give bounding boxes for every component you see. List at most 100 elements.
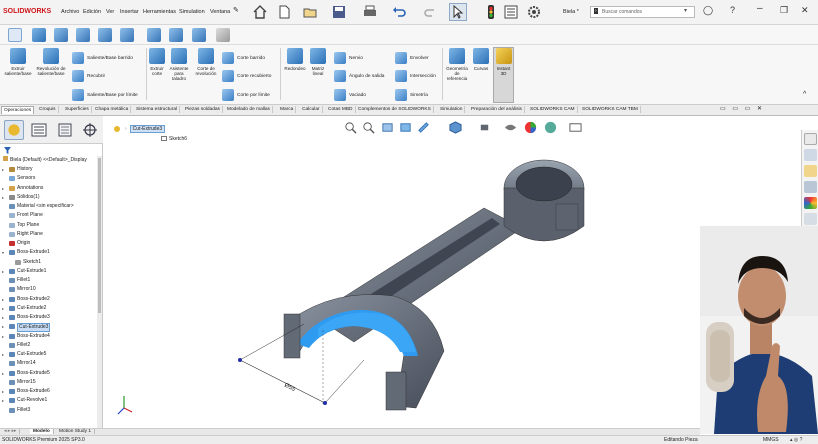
tree-item[interactable]: Mirror10 — [0, 285, 97, 294]
new-document-icon[interactable] — [275, 3, 293, 21]
expand-arrow-icon[interactable]: ▸ — [2, 267, 4, 276]
wrap-button[interactable]: Envolver — [395, 52, 429, 64]
lofted-cut-button[interactable]: Corte recubierto — [222, 70, 271, 82]
filter-icon[interactable] — [4, 147, 11, 154]
tree-item[interactable]: ▾ Boss-Extrude1 — [0, 248, 97, 257]
tree-item[interactable]: ▸ Boss-Extrude4 — [0, 332, 97, 341]
unit-system[interactable]: MMGS — [763, 437, 779, 443]
custom-properties-icon[interactable] — [804, 213, 817, 225]
instant3d-button[interactable]: Instant 3D — [493, 47, 514, 103]
configuration-manager-icon[interactable] — [57, 122, 73, 138]
reference-geometry-button[interactable]: Geometría de referencia — [444, 48, 470, 82]
tab-modelo[interactable]: Modelo — [30, 429, 54, 434]
close-icon[interactable]: ✕ — [801, 5, 809, 16]
options-gear-icon[interactable] — [525, 3, 543, 21]
appearances-icon[interactable] — [804, 197, 817, 209]
tab-nav-arrows[interactable]: ◂ ▸ ▸▸ — [1, 429, 21, 434]
linear-pattern-button[interactable]: Matriz lineal — [308, 48, 328, 76]
fillet-button[interactable]: Redondeo — [282, 48, 308, 71]
dimxpert-crosshair-icon[interactable] — [82, 122, 98, 138]
tree-scrollbar[interactable] — [97, 156, 102, 431]
save-icon[interactable] — [330, 3, 348, 21]
tab-solidworks-cam-tbm[interactable]: SOLIDWORKS CAM TBM — [580, 106, 641, 113]
diameter-dimension[interactable]: Ø55 — [283, 382, 296, 393]
tree-item[interactable]: Top Plane — [0, 221, 97, 230]
graphics-viewport[interactable]: › Cut-Extrude3 Sketch6 Ø55 — [104, 116, 700, 428]
menu-archivo[interactable]: Archivo — [61, 9, 79, 15]
tree-item[interactable]: ▸ Boss-Extrude3 — [0, 313, 97, 322]
tab-chapa-metalica[interactable]: Chapa metálica — [93, 106, 132, 113]
expand-arrow-icon[interactable]: ▸ — [2, 396, 4, 405]
print-icon[interactable] — [361, 3, 379, 21]
swept-boss-button[interactable]: Saliente/Base barrido — [72, 52, 133, 64]
tree-item[interactable]: Mirror14 — [0, 359, 97, 368]
tree-item[interactable]: ▸ Annotations — [0, 184, 97, 193]
tree-item[interactable]: ▸ Boss-Extrude2 — [0, 295, 97, 304]
menu-ver[interactable]: Ver — [106, 9, 114, 15]
account-icon[interactable]: ◯ — [703, 5, 713, 16]
cube-view-icon[interactable] — [120, 28, 134, 42]
expand-arrow-icon[interactable]: ▸ — [2, 184, 4, 193]
loft-button[interactable]: Recubrir — [72, 70, 105, 82]
tree-item[interactable]: Sketch1 — [0, 258, 97, 267]
tree-item[interactable]: Fillet1 — [0, 276, 97, 285]
tree-item[interactable]: ▸ Cut-Extrude3 — [0, 322, 97, 332]
revolved-cut-button[interactable]: Corte de revolución — [192, 48, 220, 76]
tab-complementos[interactable]: Complementos de SOLIDWORKS — [356, 106, 434, 113]
tree-item[interactable]: Right Plane — [0, 230, 97, 239]
tree-item[interactable]: ▸ Boss-Extrude6 — [0, 387, 97, 396]
cube-view-icon[interactable] — [98, 28, 112, 42]
mirror-button[interactable]: Simetría — [395, 89, 428, 101]
menu-ventana[interactable]: Ventana — [210, 9, 230, 15]
boundary-cut-button[interactable]: Corte por límite — [222, 89, 270, 101]
tree-item[interactable]: ▸ Cut-Extrude5 — [0, 350, 97, 359]
tree-item[interactable]: Fillet2 — [0, 341, 97, 350]
connecting-rod-model[interactable]: Ø55 — [104, 116, 700, 428]
eraser-icon[interactable] — [216, 28, 230, 42]
expand-arrow-icon[interactable]: ▸ — [2, 313, 4, 322]
tree-item[interactable]: Front Plane — [0, 211, 97, 220]
search-commands-input[interactable]: Buscar comandos — [590, 6, 695, 18]
tree-item[interactable]: ▸ Sólidos(1) — [0, 193, 97, 202]
extrude-quick-icon[interactable] — [32, 28, 46, 42]
rib-button[interactable]: Nervio — [334, 52, 363, 64]
home-icon[interactable] — [251, 3, 269, 21]
revolve-boss-button[interactable]: Revolución de saliente/base — [34, 48, 68, 76]
tree-item[interactable]: Material <sin especificar> — [0, 202, 97, 211]
status-icons[interactable]: ▴ ◎ ? — [790, 437, 802, 443]
menu-insertar[interactable]: Insertar — [120, 9, 139, 15]
view-palette-icon[interactable] — [804, 181, 817, 193]
tab-croquis[interactable]: Croquis — [37, 106, 59, 113]
window-restore-icons[interactable]: ▭ ▭ ▭ ✕ — [720, 105, 762, 112]
feature-manager-tab[interactable] — [4, 120, 24, 140]
file-explorer-icon[interactable] — [804, 165, 817, 177]
tree-item[interactable]: Mirror15 — [0, 378, 97, 387]
redo-icon[interactable] — [421, 3, 439, 21]
expand-arrow-icon[interactable]: ▸ — [2, 295, 4, 304]
search-dropdown-icon[interactable]: ▾ — [684, 7, 687, 14]
tree-root[interactable]: Biela (Default) <<Default>_Display — [3, 156, 87, 165]
design-library-icon[interactable] — [804, 149, 817, 161]
tree-item[interactable]: Sensors — [0, 174, 97, 183]
intersect-button[interactable]: Intersección — [395, 70, 436, 82]
cube-view-icon[interactable] — [147, 28, 161, 42]
menu-simulation[interactable]: Simulation — [179, 9, 205, 15]
expand-arrow-icon[interactable]: ▾ — [2, 248, 4, 257]
tree-item[interactable]: Fillet3 — [0, 406, 97, 415]
sketch-pin-icon[interactable] — [8, 28, 22, 42]
select-cursor-icon[interactable] — [449, 3, 467, 21]
tree-item[interactable]: ▸ History — [0, 165, 97, 174]
tab-marca[interactable]: Marca — [278, 106, 297, 113]
property-manager-icon[interactable] — [31, 122, 47, 138]
traffic-light-icon[interactable] — [482, 3, 500, 21]
expand-arrow-icon[interactable]: ▸ — [2, 193, 4, 202]
expand-arrow-icon[interactable]: ▸ — [2, 350, 4, 359]
pin-icon[interactable]: ✎ — [233, 6, 239, 14]
solidworks-resources-icon[interactable] — [804, 133, 817, 145]
menu-herramientas[interactable]: Herramientas — [143, 9, 176, 15]
minimize-icon[interactable]: – — [757, 3, 763, 14]
tree-item[interactable]: ▸ Boss-Extrude5 — [0, 369, 97, 378]
expand-arrow-icon[interactable]: ▸ — [2, 332, 4, 341]
expand-arrow-icon[interactable]: ▸ — [2, 304, 4, 313]
cube-view-icon[interactable] — [54, 28, 68, 42]
